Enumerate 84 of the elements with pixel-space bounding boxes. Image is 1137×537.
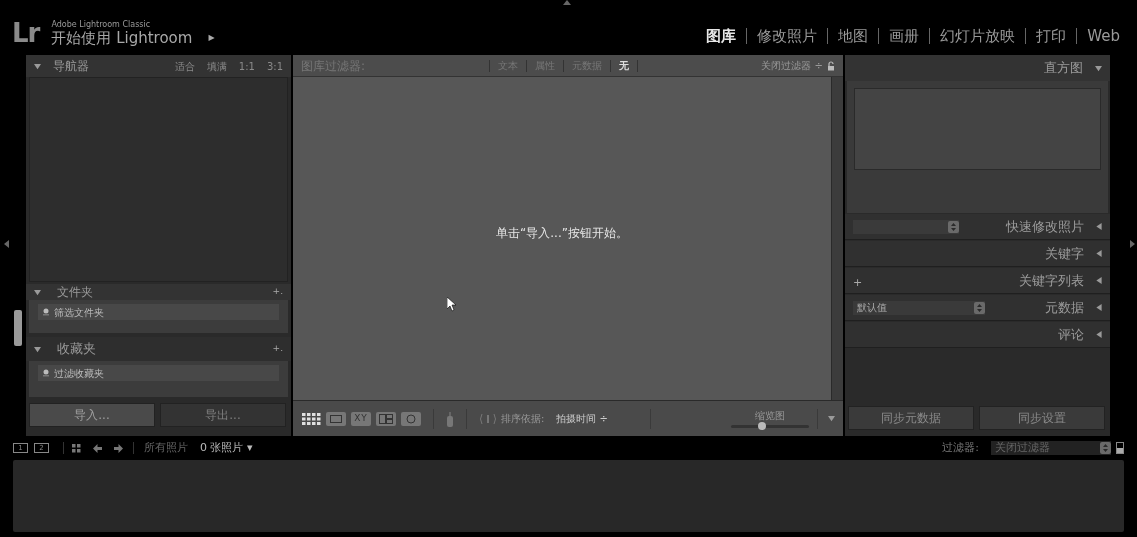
collapse-triangle-icon[interactable] — [1096, 304, 1102, 311]
sort-label: 排序依据: — [501, 412, 545, 426]
thumbnail-size-label: 缩览图 — [755, 409, 785, 422]
people-view-button[interactable] — [401, 411, 421, 426]
collapse-triangle-icon[interactable] — [1096, 223, 1102, 230]
panel-header[interactable]: 文件夹 +. — [26, 284, 291, 300]
zoom-option[interactable]: 填满 — [206, 58, 227, 74]
module-tab[interactable]: 幻灯片放映 — [940, 24, 1016, 47]
panel-header[interactable]: 评论 — [845, 322, 1110, 348]
panel-header[interactable]: 快速修改照片 — [845, 214, 1110, 240]
stepper-icon — [974, 301, 985, 314]
scrollbar-thumb[interactable] — [14, 310, 22, 346]
preset-dropdown[interactable] — [853, 219, 959, 234]
module-tab[interactable]: 打印 — [1036, 24, 1067, 47]
play-arrow[interactable]: ▶ — [208, 32, 215, 44]
panel-title: 评论 — [1058, 325, 1084, 344]
expand-triangle-icon[interactable] — [34, 288, 41, 296]
panel-title: 收藏夹 — [57, 340, 96, 359]
filter-label: 过滤器: — [942, 439, 979, 456]
filter-tab[interactable]: 无 — [619, 58, 629, 73]
slider-thumb[interactable] — [758, 421, 767, 430]
panel-title: 关键字 — [1045, 244, 1084, 263]
preset-dropdown[interactable]: 默认值 — [853, 300, 985, 315]
forward-arrow-icon[interactable] — [114, 443, 123, 453]
add-button[interactable]: +. — [272, 285, 283, 299]
panel-button[interactable]: 导入... — [29, 403, 155, 427]
mouse-cursor-icon — [447, 297, 457, 312]
sync-button[interactable]: 同步元数据 — [848, 406, 974, 430]
panel-header[interactable]: 直方图 — [845, 55, 1110, 81]
stepper-icon — [1100, 442, 1111, 454]
grid-view-button[interactable] — [301, 411, 321, 426]
expand-triangle-icon[interactable] — [34, 345, 41, 353]
sort-dropdown[interactable]: 拍摄时间 ÷ — [556, 411, 608, 426]
panel-header[interactable]: + 关键字列表 — [845, 268, 1110, 294]
expand-triangle-icon[interactable] — [34, 62, 41, 70]
panel-title: 直方图 — [1044, 59, 1083, 78]
lock-icon[interactable] — [827, 60, 835, 71]
module-tab[interactable]: 图库 — [706, 24, 737, 47]
search-field[interactable]: 过滤收藏夹 — [38, 365, 279, 381]
zoom-option[interactable]: 适合 — [174, 58, 195, 74]
app-logo: Lr — [12, 19, 40, 47]
collapse-triangle-icon[interactable] — [1096, 331, 1102, 338]
filter-dropdown[interactable]: 关闭过滤器 — [991, 441, 1111, 455]
toolbar-menu-icon[interactable] — [828, 415, 835, 422]
sync-button[interactable]: 同步设置 — [979, 406, 1105, 430]
zoom-option[interactable]: 1:1 — [238, 58, 255, 74]
add-keyword-button[interactable]: + — [853, 275, 863, 289]
product-name: Adobe Lightroom Classic — [51, 20, 152, 29]
panel-title: 文件夹 — [57, 286, 93, 298]
module-tab[interactable]: Web — [1087, 24, 1120, 47]
collapse-triangle-icon[interactable] — [1096, 250, 1102, 257]
search-field[interactable]: 筛选文件夹 — [38, 304, 279, 320]
panel-header[interactable]: 关键字 — [845, 241, 1110, 267]
grid-icon[interactable] — [72, 443, 81, 453]
panel-title: 元数据 — [1045, 298, 1084, 317]
empty-message: 单击“导入...”按钮开始。 — [496, 224, 628, 242]
module-tab[interactable]: 修改照片 — [757, 24, 818, 47]
compare-view-button[interactable]: XY — [351, 411, 371, 426]
collapse-triangle-icon[interactable] — [1096, 277, 1102, 284]
search-icon — [42, 369, 50, 377]
module-tab[interactable]: 地图 — [838, 24, 869, 47]
panel-title: 导航器 — [53, 58, 89, 75]
photo-count-dropdown[interactable]: 0 张照片 ▾ — [200, 439, 253, 457]
loupe-view-button[interactable] — [326, 411, 346, 426]
top-panel-toggle-icon[interactable] — [563, 0, 571, 5]
panel-title: 快速修改照片 — [1006, 217, 1084, 236]
zoom-option[interactable]: 3:1 — [266, 58, 283, 74]
filter-preset[interactable]: 关闭过滤器 ÷ — [761, 58, 823, 73]
search-icon — [42, 308, 50, 316]
module-tab[interactable]: 画册 — [889, 24, 920, 47]
panel-header[interactable]: 收藏夹 +. — [26, 337, 291, 361]
source-label: 所有照片 — [144, 439, 188, 456]
identity-title: 开始使用 Lightroom — [51, 29, 193, 47]
right-panel-toggle-icon[interactable] — [1130, 240, 1135, 248]
add-button[interactable]: +. — [272, 342, 283, 356]
stepper-icon — [948, 220, 959, 233]
panel-header[interactable]: 默认值 元数据 — [845, 295, 1110, 321]
left-panel-toggle-icon[interactable] — [4, 240, 9, 248]
panel-title: 关键字列表 — [1019, 271, 1084, 290]
collapse-triangle-icon[interactable] — [1095, 64, 1102, 72]
panel-header[interactable]: 导航器 适合 填满 1:1 3:1 — [26, 55, 291, 77]
back-arrow-icon[interactable] — [93, 443, 102, 453]
survey-view-button[interactable] — [376, 411, 396, 426]
filmstrip-toggle[interactable] — [1116, 442, 1124, 454]
